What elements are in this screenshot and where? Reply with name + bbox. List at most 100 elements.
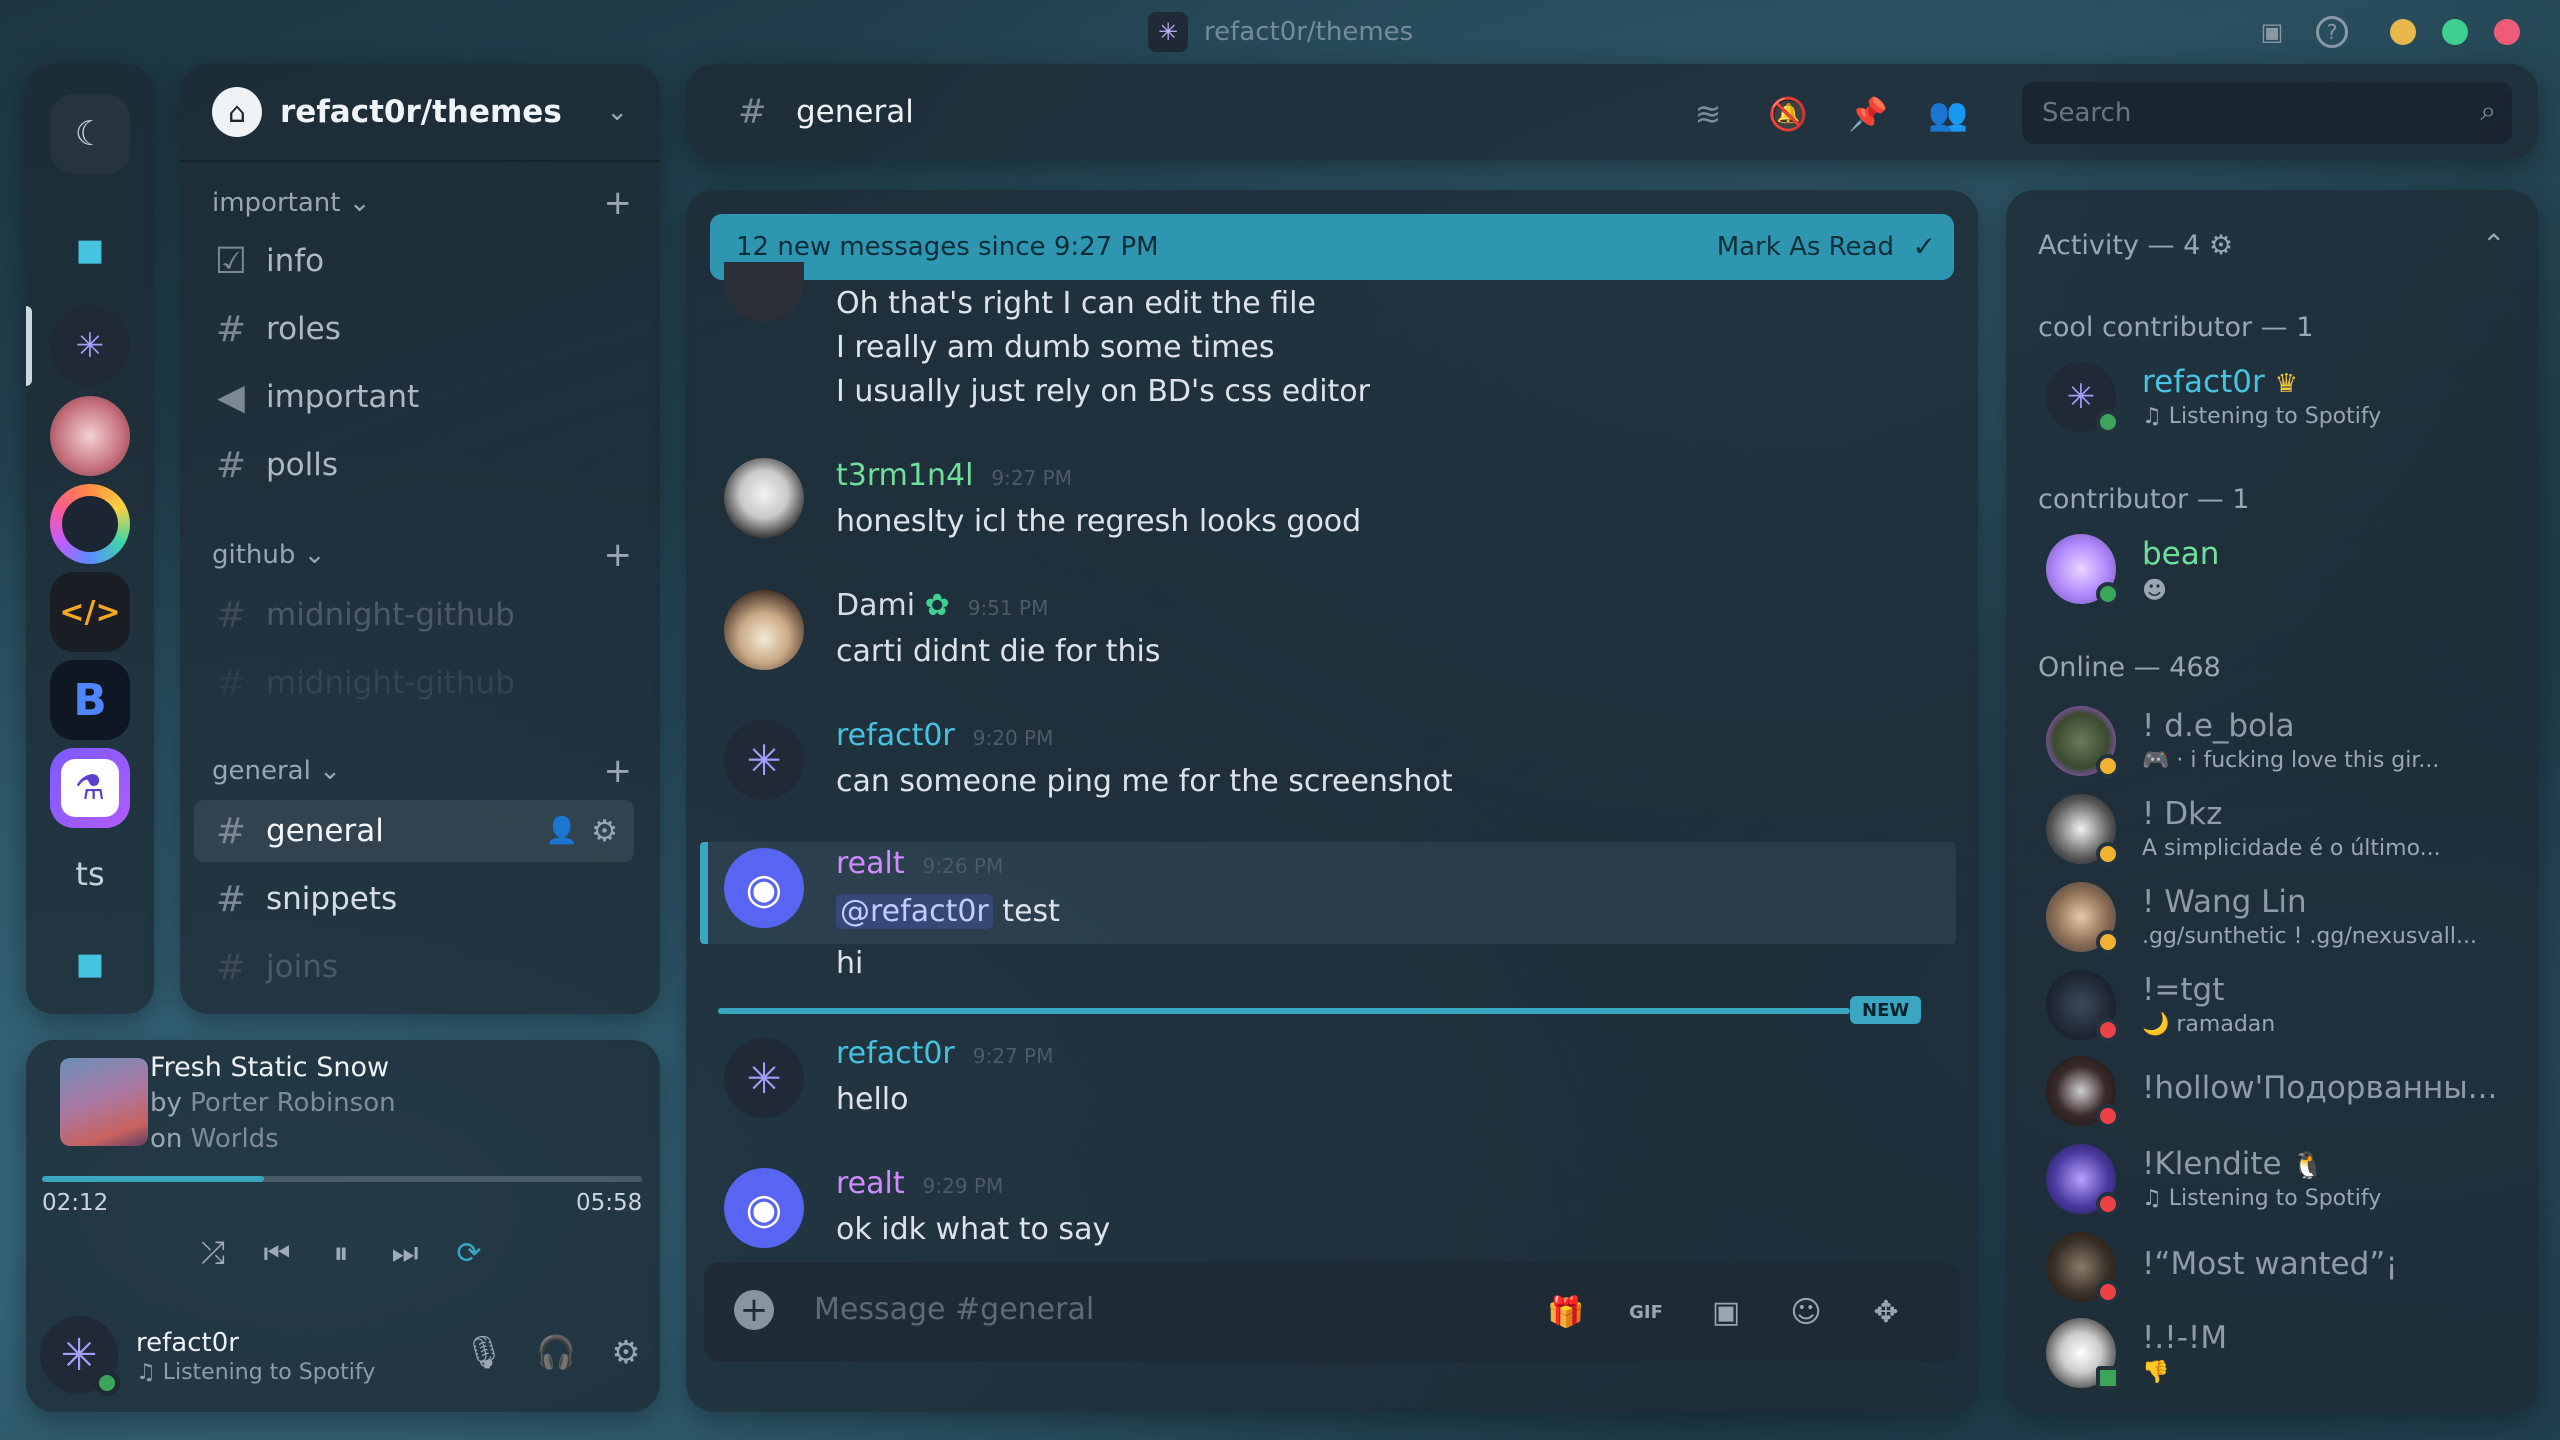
pin-icon[interactable]: 📌 (1846, 92, 1890, 136)
headphones-icon[interactable]: 🎧 (536, 1332, 576, 1372)
category-github[interactable]: github ⌄ + (212, 535, 632, 575)
server-b[interactable]: B (50, 660, 130, 740)
member-row[interactable]: !.!-!M 👎 (2046, 1312, 2516, 1392)
members-icon[interactable]: 👥 (1926, 92, 1970, 136)
server-ts[interactable]: ts (50, 834, 130, 914)
gift-icon[interactable]: 🎁 (1544, 1290, 1588, 1334)
message-author[interactable]: realt 9:29 PM (836, 1166, 1003, 1201)
server-refact0r[interactable]: ✳ (50, 306, 130, 386)
album-link[interactable]: Worlds (191, 1124, 279, 1154)
channel-label: roles (266, 311, 341, 347)
member-name-text: !Klendite (2142, 1146, 2282, 1182)
shuffle-icon[interactable]: ⤮ (196, 1236, 230, 1271)
author-name[interactable]: Dami (836, 588, 915, 623)
discord-avatar[interactable]: ◉ (724, 1168, 804, 1248)
timestamp: 9:51 PM (967, 596, 1049, 620)
pause-icon[interactable]: ⏸ (324, 1236, 358, 1271)
discord-avatar[interactable]: ◉ (724, 848, 804, 928)
gif-icon[interactable]: GIF (1624, 1290, 1668, 1334)
avatar[interactable] (724, 590, 804, 670)
microphone-icon[interactable]: 🎙 (464, 1332, 505, 1372)
channel-midnight-github[interactable]: # midnight-github (214, 584, 644, 646)
plus-icon[interactable]: + (604, 183, 633, 223)
author-name[interactable]: refact0r (836, 718, 955, 753)
channel-joins[interactable]: # joins (214, 936, 644, 998)
gear-icon[interactable]: ⚙ (2209, 230, 2233, 261)
server-avatar-pink[interactable] (50, 396, 130, 476)
repeat-icon[interactable]: ⟳ (452, 1236, 486, 1271)
inbox-icon[interactable]: ▣ (2254, 14, 2290, 50)
member-row[interactable]: !=tgt 🌙 ramadan (2046, 964, 2516, 1044)
message-composer: + Message #general 🎁 GIF ▣ ☺ ✥ (704, 1262, 1960, 1362)
message-input[interactable]: Message #general (814, 1292, 1094, 1327)
channel-label: polls (266, 447, 339, 483)
channel-polls[interactable]: # polls (214, 434, 644, 496)
minimize-button[interactable] (2390, 19, 2416, 45)
channel-important[interactable]: ◀ important (214, 366, 644, 428)
member-row[interactable]: ! Wang Lin .gg/sunthetic ! .gg/nexusvall… (2046, 876, 2516, 956)
channel-roles[interactable]: # roles (214, 298, 644, 360)
channel-general[interactable]: # general 👤 ⚙ (194, 800, 634, 862)
channel-info[interactable]: ☑ info (214, 230, 644, 292)
channel-snippets[interactable]: # snippets (214, 868, 644, 930)
gear-icon[interactable]: ⚙ (591, 814, 618, 849)
invite-icon[interactable]: 👤 (546, 816, 578, 846)
plus-icon[interactable]: + (604, 535, 633, 575)
message-author[interactable]: refact0r 9:20 PM (836, 718, 1053, 753)
threads-icon[interactable]: ≋ (1686, 92, 1730, 136)
member-row[interactable]: ! Dkz A simplicidade é o último... (2046, 788, 2516, 868)
member-row[interactable]: ! d.e_bola 🎮 · i fucking love this gir..… (2046, 700, 2516, 780)
mark-as-read-button[interactable]: Mark As Read (1717, 232, 1894, 262)
message-text: I really am dumb some times (836, 330, 1275, 365)
server-avatar-cat[interactable] (50, 484, 130, 564)
help-icon[interactable]: ? (2316, 16, 2348, 48)
message-author[interactable]: Dami ✿ 9:51 PM (836, 588, 1048, 623)
user-mention[interactable]: @refact0r (836, 894, 993, 929)
apps-icon[interactable]: ✥ (1864, 1290, 1908, 1334)
message-author[interactable]: t3rm1n4l 9:27 PM (836, 458, 1072, 493)
chevron-up-icon[interactable]: ⌃ (2482, 228, 2505, 261)
message-author[interactable]: refact0r 9:27 PM (836, 1036, 1053, 1071)
member-row[interactable]: !Klendite 🐧 ♫ Listening to Spotify (2046, 1138, 2516, 1218)
moon-icon[interactable]: ☾ (50, 94, 130, 174)
on-prefix: on (150, 1124, 191, 1154)
folder-icon[interactable]: ■ (50, 210, 130, 290)
server-flask[interactable]: ⚗ (50, 748, 130, 828)
server-header[interactable]: ⌂ refact0r/themes ⌄ (180, 64, 660, 162)
member-row[interactable]: !“Most wanted”¡ (2046, 1226, 2516, 1306)
hash-icon: # (215, 946, 247, 988)
author-name[interactable]: realt (836, 1166, 905, 1201)
chevron-down-icon[interactable]: ⌄ (606, 97, 628, 127)
member-row[interactable]: ✳ refact0r ♛ ♫ Listening to Spotify (2046, 356, 2516, 436)
author-name[interactable]: t3rm1n4l (836, 458, 973, 493)
new-messages-banner[interactable]: 12 new messages since 9:27 PM Mark As Re… (710, 214, 1954, 280)
avatar[interactable]: ✳ (724, 1038, 804, 1118)
sticker-icon[interactable]: ▣ (1704, 1290, 1748, 1334)
category-important[interactable]: important ⌄ + (212, 183, 632, 223)
artist-link[interactable]: Porter Robinson (190, 1088, 395, 1118)
server-code[interactable]: </> (50, 572, 130, 652)
emoji-icon[interactable]: ☺ (1784, 1290, 1828, 1334)
previous-icon[interactable]: ⏮ (260, 1236, 294, 1271)
author-name[interactable]: refact0r (836, 1036, 955, 1071)
member-row[interactable]: bean ☻ (2046, 528, 2516, 608)
plus-icon[interactable]: + (604, 751, 633, 791)
message-author[interactable]: realt 9:26 PM (836, 846, 1003, 881)
search-input[interactable]: Search ⌕ (2022, 82, 2512, 144)
category-general[interactable]: general ⌄ + (212, 751, 632, 791)
add-attachment-icon[interactable]: + (734, 1290, 774, 1330)
member-row[interactable]: !hollow'Подорванны... (2046, 1050, 2516, 1130)
gear-icon[interactable]: ⚙ (606, 1332, 646, 1372)
close-button[interactable] (2494, 19, 2520, 45)
avatar[interactable]: ✳ (724, 720, 804, 800)
maximize-button[interactable] (2442, 19, 2468, 45)
category-label: important ⌄ (212, 188, 371, 218)
channel-midnight-github-2[interactable]: # midnight-github (214, 652, 644, 714)
message-text: hello (836, 1082, 909, 1117)
avatar[interactable] (724, 458, 804, 538)
next-icon[interactable]: ⏭ (388, 1236, 422, 1271)
mute-bell-icon[interactable]: 🔕 (1766, 92, 1810, 136)
author-name[interactable]: realt (836, 846, 905, 881)
track-progress[interactable] (42, 1176, 642, 1182)
folder-icon[interactable]: ■ (50, 924, 130, 1004)
